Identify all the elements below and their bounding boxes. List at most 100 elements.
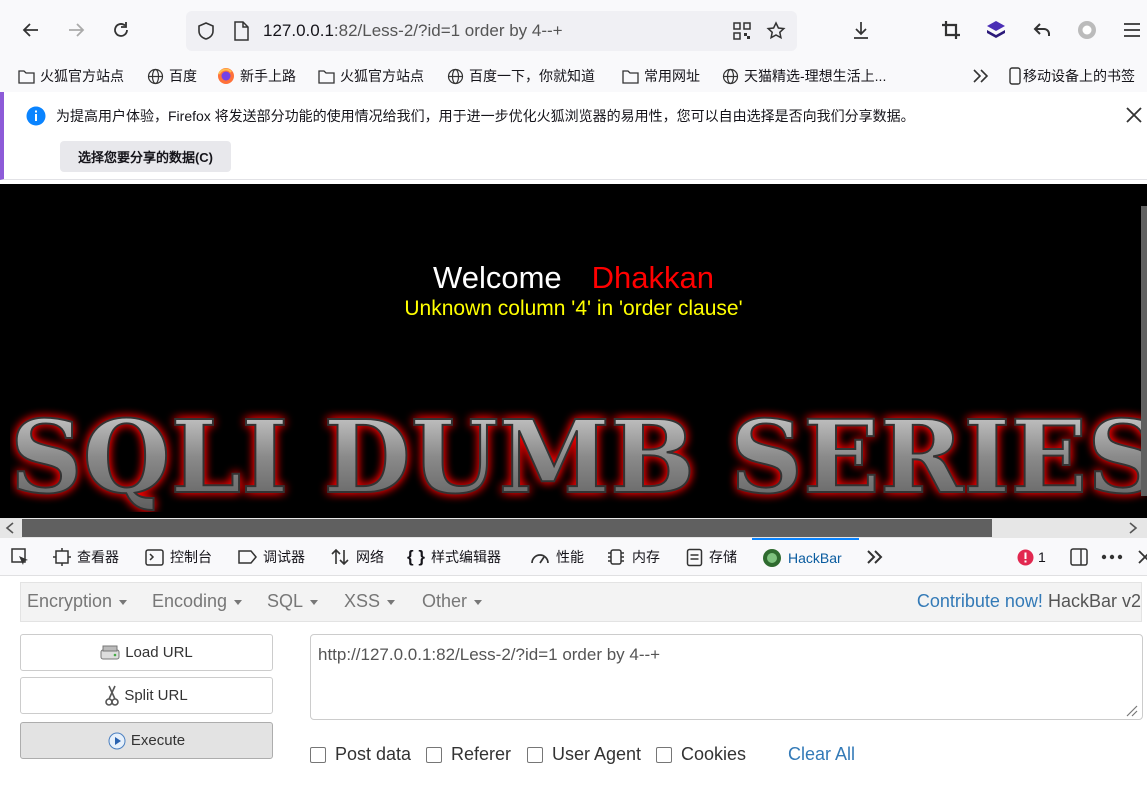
option-label: Cookies (681, 744, 747, 764)
page-icon[interactable] (232, 21, 250, 41)
mobile-device-icon (1009, 67, 1021, 85)
bookmark-item[interactable]: 百度 (147, 65, 197, 87)
post-data-checkbox[interactable] (310, 746, 326, 763)
bookmark-item[interactable]: 火狐官方站点 (318, 65, 424, 87)
back-button[interactable] (13, 12, 49, 48)
dock-button[interactable] (1069, 538, 1089, 576)
vertical-scrollbar-thumb[interactable] (1141, 206, 1147, 496)
referer-checkbox[interactable] (426, 746, 442, 763)
globe-icon (447, 68, 464, 85)
menu-encoding[interactable]: Encoding (152, 591, 242, 612)
option-label: User Agent (552, 744, 642, 764)
more-tabs-button[interactable] (866, 538, 884, 576)
bookmarks-bar: 火狐官方站点 百度 新手上路 火狐官方站点 百度一下，你就知道 常用网址 天猫精… (0, 60, 1147, 92)
tab-performance[interactable]: 性能 (530, 538, 584, 576)
url-bar[interactable]: 127.0.0.1:82/Less-2/?id=1 order by 4--+ (186, 11, 797, 51)
menu-button[interactable] (1114, 12, 1147, 48)
reload-button[interactable] (103, 12, 139, 48)
qr-code-icon[interactable] (732, 21, 752, 41)
welcome-text: Welcome (433, 260, 562, 295)
referer-option[interactable]: Referer (426, 744, 511, 765)
bookmarks-overflow-button[interactable] (972, 65, 990, 87)
console-icon (145, 548, 164, 566)
crop-icon (941, 20, 961, 40)
layers-extension-icon (985, 19, 1007, 41)
load-url-button[interactable]: Load URL (20, 634, 273, 671)
menu-sql[interactable]: SQL (267, 591, 318, 612)
undo-button[interactable] (1024, 12, 1060, 48)
horizontal-scrollbar-thumb[interactable] (22, 519, 992, 537)
download-icon (851, 20, 871, 40)
tab-label: 控制台 (170, 549, 212, 565)
hackbar-panel: Encryption Encoding SQL XSS Other Contri… (0, 576, 1147, 787)
network-arrows-icon (330, 548, 350, 566)
bookmark-item[interactable]: 火狐官方站点 (18, 65, 124, 87)
url-host: 127.0.0.1 (263, 21, 334, 40)
execute-button[interactable]: Execute (20, 722, 273, 759)
bookmark-label: 火狐官方站点 (340, 68, 424, 84)
forward-button[interactable] (58, 12, 94, 48)
tab-network[interactable]: 网络 (330, 538, 384, 576)
folder-icon (18, 69, 35, 84)
bookmark-item[interactable]: 天猫精选-理想生活上... (722, 65, 886, 87)
play-icon (108, 732, 126, 750)
close-icon[interactable] (1124, 105, 1144, 125)
tab-debugger[interactable]: 调试器 (237, 538, 305, 576)
tab-style-editor[interactable]: { } 样式编辑器 (407, 538, 501, 576)
tab-label: 样式编辑器 (430, 549, 501, 565)
notification-text: 为提高用户体验，Firefox 将发送部分功能的使用情况给我们，用于进一步优化火… (56, 108, 915, 124)
tab-hackbar[interactable]: HackBar (752, 538, 859, 576)
contribute-area: Contribute now! HackBar v2 (917, 591, 1141, 612)
tab-memory[interactable]: 内存 (606, 538, 660, 576)
menu-other[interactable]: Other (422, 591, 482, 612)
user-agent-option[interactable]: User Agent (527, 744, 641, 765)
tab-inspector[interactable]: 查看器 (53, 538, 119, 576)
devtools-options-button[interactable] (1101, 538, 1123, 576)
menu-xss[interactable]: XSS (344, 591, 395, 612)
bookmark-label: 移动设备上的书签 (1023, 68, 1135, 84)
firefox-logo-icon (217, 67, 235, 85)
bookmark-label: 天猫精选-理想生活上... (744, 68, 887, 84)
tab-label: 存储 (709, 549, 737, 565)
option-label: Referer (451, 744, 512, 764)
bookmark-label: 火狐官方站点 (40, 68, 124, 84)
undo-arrow-icon (1032, 20, 1052, 40)
bookmark-item[interactable]: 百度一下，你就知道 (447, 65, 595, 87)
bookmark-item-mobile[interactable]: 移动设备上的书签 (1009, 65, 1135, 87)
bookmark-item[interactable]: 新手上路 (217, 65, 296, 87)
shield-icon[interactable] (196, 21, 216, 41)
url-text[interactable]: 127.0.0.1:82/Less-2/?id=1 order by 4--+ (263, 21, 563, 41)
error-count-badge[interactable]: 1 (1017, 538, 1046, 576)
contribute-link[interactable]: Contribute now! (917, 591, 1043, 611)
profile-button[interactable] (1069, 12, 1105, 48)
welcome-line: Welcome Dhakkan (0, 260, 1147, 296)
screenshot-button[interactable] (933, 12, 969, 48)
tab-storage[interactable]: 存储 (686, 538, 737, 576)
tab-label: 调试器 (263, 549, 305, 565)
bookmark-star-icon[interactable] (766, 21, 786, 41)
choose-data-button[interactable]: 选择您要分享的数据(C) (60, 141, 231, 172)
hackbar-menu-bar: Encryption Encoding SQL XSS Other Contri… (20, 582, 1142, 622)
extension-button[interactable] (978, 12, 1014, 48)
cookies-checkbox[interactable] (656, 746, 672, 763)
split-url-button[interactable]: Split URL (20, 677, 273, 714)
load-url-label: Load URL (125, 644, 193, 661)
downloads-button[interactable] (843, 12, 879, 48)
resize-handle-icon[interactable] (1124, 703, 1138, 717)
reload-icon (111, 20, 131, 40)
url-textarea[interactable]: http://127.0.0.1:82/Less-2/?id=1 order b… (310, 634, 1143, 720)
cookies-option[interactable]: Cookies (656, 744, 746, 765)
scroll-left-icon[interactable] (5, 522, 15, 534)
horizontal-scrollbar[interactable] (0, 518, 1147, 538)
bookmark-item[interactable]: 常用网址 (622, 65, 700, 87)
url-path: :82/Less-2/?id=1 order by 4--+ (333, 21, 563, 40)
element-picker-button[interactable] (10, 538, 30, 576)
post-data-option[interactable]: Post data (310, 744, 411, 765)
clear-all-link[interactable]: Clear All (788, 744, 855, 765)
tab-console[interactable]: 控制台 (145, 538, 212, 576)
scroll-right-icon[interactable] (1128, 522, 1138, 534)
user-agent-checkbox[interactable] (527, 746, 543, 763)
info-icon (26, 106, 46, 126)
devtools-close-button[interactable] (1138, 538, 1147, 576)
menu-encryption[interactable]: Encryption (27, 591, 127, 612)
